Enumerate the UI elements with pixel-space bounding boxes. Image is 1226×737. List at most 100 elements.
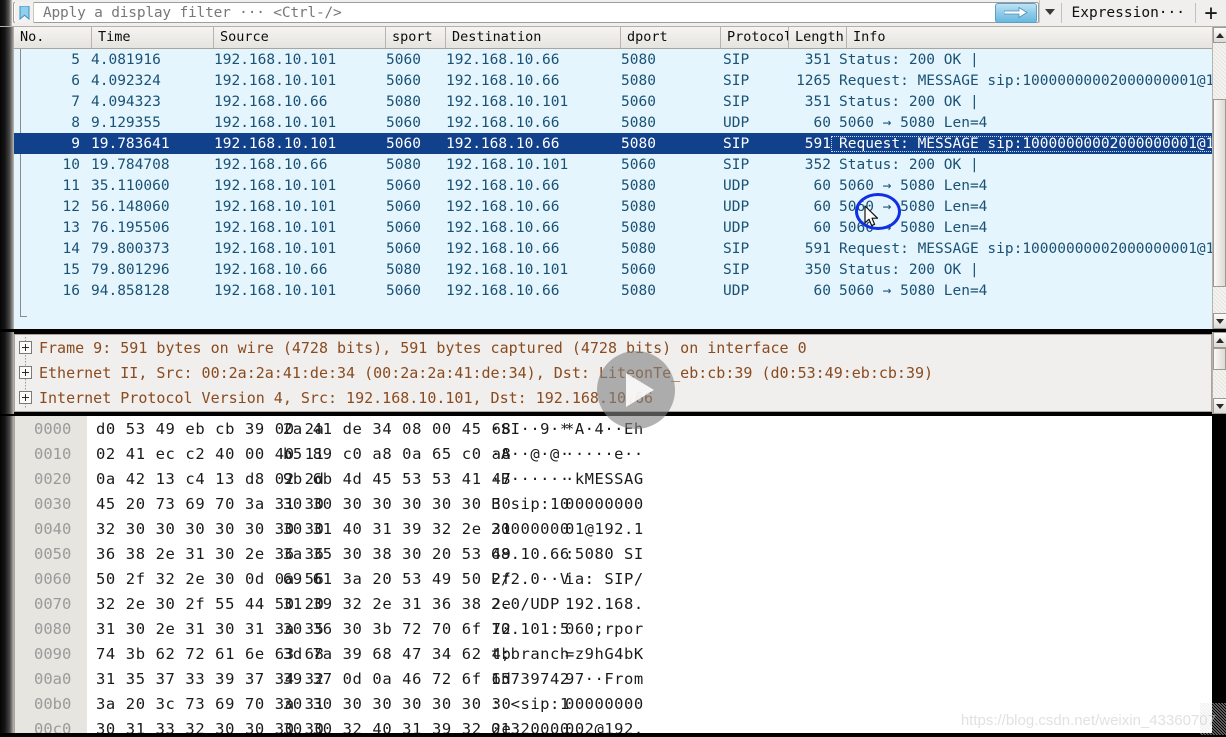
hex-dump-row[interactable]: 0040 32 30 30 30 30 30 30 30 30 31 40 31 3… bbox=[15, 516, 1212, 541]
hex-bytes-right: 9b 6b 4d 45 53 53 41 47 bbox=[283, 469, 512, 488]
hex-offset: 00a0 bbox=[34, 669, 72, 688]
bookmark-icon[interactable] bbox=[15, 2, 34, 23]
packet-row[interactable]: 7 4.094323 192.168.10.66 5080 192.168.10.101… bbox=[14, 91, 1212, 112]
column-header-no[interactable]: No. bbox=[14, 27, 92, 48]
packet-row-protocol: SIP bbox=[723, 135, 750, 152]
packet-row-time: 79.801296 bbox=[91, 261, 170, 278]
column-header-source[interactable]: Source bbox=[214, 27, 386, 48]
packet-row-source: 192.168.10.66 bbox=[214, 261, 328, 278]
packet-row-no: 11 bbox=[62, 177, 80, 194]
packet-row-info: Request: MESSAGE sip:1000000000200000000… bbox=[839, 72, 1212, 89]
packet-row-time: 9.129355 bbox=[91, 114, 161, 131]
packet-row-destination: 192.168.10.66 bbox=[446, 240, 560, 257]
packet-row[interactable]: 10 19.784708 192.168.10.66 5080 192.168.10.1… bbox=[14, 154, 1212, 175]
packet-row-info: Status: 200 OK | bbox=[839, 261, 979, 278]
hex-dump-row[interactable]: 0090 74 3b 62 72 61 6e 63 68 3d 7a 39 68 4… bbox=[15, 641, 1212, 666]
packet-row-source: 192.168.10.101 bbox=[214, 219, 337, 236]
hex-dump-view[interactable]: 0000 d0 53 49 eb cb 39 00 2a 2a 41 de 34 0… bbox=[14, 416, 1212, 737]
display-filter-input-wrapper[interactable]: Apply a display filter ··· <Ctrl-/> bbox=[13, 2, 1039, 23]
packet-row-dport: 5080 bbox=[621, 72, 656, 89]
packet-row[interactable]: 6 4.092324 192.168.10.101 5060 192.168.10.66… bbox=[14, 70, 1212, 91]
hex-ascii-left: 2.0/UDP bbox=[491, 594, 560, 613]
packet-row-dport: 5080 bbox=[621, 219, 656, 236]
column-header-destination[interactable]: Destination bbox=[446, 27, 621, 48]
column-header-dport[interactable]: dport bbox=[621, 27, 721, 48]
detail-tree-row[interactable]: Ethernet II, Src: 00:2a:2a:41:de:34 (00:… bbox=[15, 360, 1211, 385]
apply-filter-button[interactable] bbox=[994, 2, 1037, 23]
detail-scroll-track[interactable] bbox=[1213, 348, 1226, 398]
detail-tree-row[interactable]: Frame 9: 591 bytes on wire (4728 bits), … bbox=[15, 335, 1211, 360]
packet-row-info: 5060 → 5080 Len=4 bbox=[839, 198, 988, 215]
detail-pane-vertical-scrollbar[interactable] bbox=[1212, 332, 1226, 414]
packet-row-time: 4.094323 bbox=[91, 93, 161, 110]
expand-plus-icon[interactable] bbox=[19, 366, 32, 379]
vertical-scroll-thumb[interactable] bbox=[1213, 99, 1226, 287]
hex-offset: 0030 bbox=[34, 494, 72, 513]
packet-row-sport: 5060 bbox=[386, 240, 421, 257]
packet-row-destination: 192.168.10.101 bbox=[446, 261, 569, 278]
packet-row-time: 76.195506 bbox=[91, 219, 170, 236]
packet-row-sport: 5060 bbox=[386, 114, 421, 131]
packet-row[interactable]: 5 4.081916 192.168.10.101 5060 192.168.10.66… bbox=[14, 49, 1212, 70]
triangle-up-icon bbox=[1216, 32, 1224, 38]
hex-dump-row[interactable]: 0000 d0 53 49 eb cb 39 00 2a 2a 41 de 34 0… bbox=[15, 416, 1212, 441]
scroll-up-button[interactable] bbox=[1213, 27, 1226, 43]
hex-dump-row[interactable]: 0010 02 41 ec c2 40 00 40 11 b5 89 c0 a8 0… bbox=[15, 441, 1212, 466]
column-header-protocol[interactable]: Protocol bbox=[721, 27, 789, 48]
packet-row[interactable]: 13 76.195506 192.168.10.101 5060 192.168.10.… bbox=[14, 217, 1212, 238]
hex-offset: 0010 bbox=[34, 444, 72, 463]
detail-tree-row[interactable]: Internet Protocol Version 4, Src: 192.16… bbox=[15, 385, 1211, 410]
hex-dump-row[interactable]: 0030 45 20 73 69 70 3a 31 30 30 30 30 30 3… bbox=[15, 491, 1212, 516]
packet-row-time: 35.110060 bbox=[91, 177, 170, 194]
packet-row-length: 60 bbox=[813, 282, 831, 299]
packet-row-time: 4.092324 bbox=[91, 72, 161, 89]
detail-scroll-down-button[interactable] bbox=[1213, 398, 1226, 414]
packet-row[interactable]: 16 94.858128 192.168.10.101 5060 192.168.10.… bbox=[14, 280, 1212, 301]
hex-dump-row[interactable]: 00b0 3a 20 3c 73 69 70 3a 31 30 30 30 30 3… bbox=[15, 691, 1212, 716]
packet-row-time: 56.148060 bbox=[91, 198, 170, 215]
packet-row-no: 6 bbox=[71, 72, 80, 89]
display-filter-toolbar: Apply a display filter ··· <Ctrl-/> Expr… bbox=[0, 0, 1226, 27]
watermark-texture-block bbox=[1200, 703, 1226, 735]
column-header-info[interactable]: Info bbox=[847, 27, 1226, 48]
packet-row[interactable]: 8 9.129355 192.168.10.101 5060 192.168.10.66… bbox=[14, 112, 1212, 133]
hex-bytes-left: d0 53 49 eb cb 39 00 2a bbox=[96, 419, 325, 438]
scroll-down-button[interactable] bbox=[1213, 313, 1226, 329]
packet-list-vertical-scrollbar[interactable] bbox=[1212, 27, 1226, 329]
packet-row-sport: 5060 bbox=[386, 51, 421, 68]
hex-offset: 0040 bbox=[34, 519, 72, 538]
hex-dump-row[interactable]: 0020 0a 42 13 c4 13 d8 02 2d 9b 6b 4d 45 5… bbox=[15, 466, 1212, 491]
packet-row-destination: 192.168.10.66 bbox=[446, 219, 560, 236]
packet-row[interactable]: 9 19.783641 192.168.10.101 5060 192.168.10.6… bbox=[14, 133, 1212, 154]
add-filter-button[interactable]: + bbox=[1196, 0, 1226, 26]
hex-bytes-right: b5 89 c0 a8 0a 65 c0 a8 bbox=[283, 444, 512, 463]
packet-row-source: 192.168.10.101 bbox=[214, 240, 337, 257]
column-header-sport[interactable]: sport bbox=[386, 27, 446, 48]
packet-row[interactable]: 11 35.110060 192.168.10.101 5060 192.168.10.… bbox=[14, 175, 1212, 196]
hex-dump-row[interactable]: 00a0 31 35 37 33 39 37 34 32 39 37 0d 0a 4… bbox=[15, 666, 1212, 691]
vertical-scroll-track[interactable] bbox=[1213, 43, 1226, 313]
expression-button[interactable]: Expression··· bbox=[1062, 0, 1196, 26]
detail-scroll-up-button[interactable] bbox=[1213, 332, 1226, 348]
packet-row-info: 5060 → 5080 Len=4 bbox=[839, 219, 988, 236]
packet-row[interactable]: 15 79.801296 192.168.10.66 5080 192.168.10.1… bbox=[14, 259, 1212, 280]
packet-row-sport: 5060 bbox=[386, 72, 421, 89]
column-header-time[interactable]: Time bbox=[92, 27, 214, 48]
hex-dump-row[interactable]: 0050 36 38 2e 31 30 2e 36 36 3a 35 30 38 3… bbox=[15, 541, 1212, 566]
hex-dump-row[interactable]: 0060 50 2f 32 2e 30 0d 0a 56 69 61 3a 20 5… bbox=[15, 566, 1212, 591]
hex-dump-row[interactable]: 0080 31 30 2e 31 30 31 3a 35 30 36 30 3b 7… bbox=[15, 616, 1212, 641]
column-header-length[interactable]: Length bbox=[789, 27, 847, 48]
packet-list-rows[interactable]: 5 4.081916 192.168.10.101 5060 192.168.10.66… bbox=[14, 49, 1212, 329]
detail-scroll-thumb[interactable] bbox=[1213, 348, 1226, 370]
hex-ascii-right: 00000000 bbox=[565, 694, 644, 713]
packet-row-protocol: UDP bbox=[723, 219, 750, 236]
packet-row[interactable]: 12 56.148060 192.168.10.101 5060 192.168.10.… bbox=[14, 196, 1212, 217]
packet-details-tree[interactable]: Frame 9: 591 bytes on wire (4728 bits), … bbox=[14, 334, 1212, 412]
expand-plus-icon[interactable] bbox=[19, 341, 32, 354]
search-input[interactable]: Apply a display filter ··· <Ctrl-/> bbox=[34, 5, 995, 21]
hex-dump-row[interactable]: 0070 32 2e 30 2f 55 44 50 20 31 39 32 2e 3… bbox=[15, 591, 1212, 616]
packet-row[interactable]: 14 79.800373 192.168.10.101 5060 192.168.10.… bbox=[14, 238, 1212, 259]
filter-history-dropdown-button[interactable] bbox=[1038, 0, 1061, 23]
expand-plus-icon[interactable] bbox=[19, 391, 32, 404]
packet-row-no: 10 bbox=[62, 156, 80, 173]
